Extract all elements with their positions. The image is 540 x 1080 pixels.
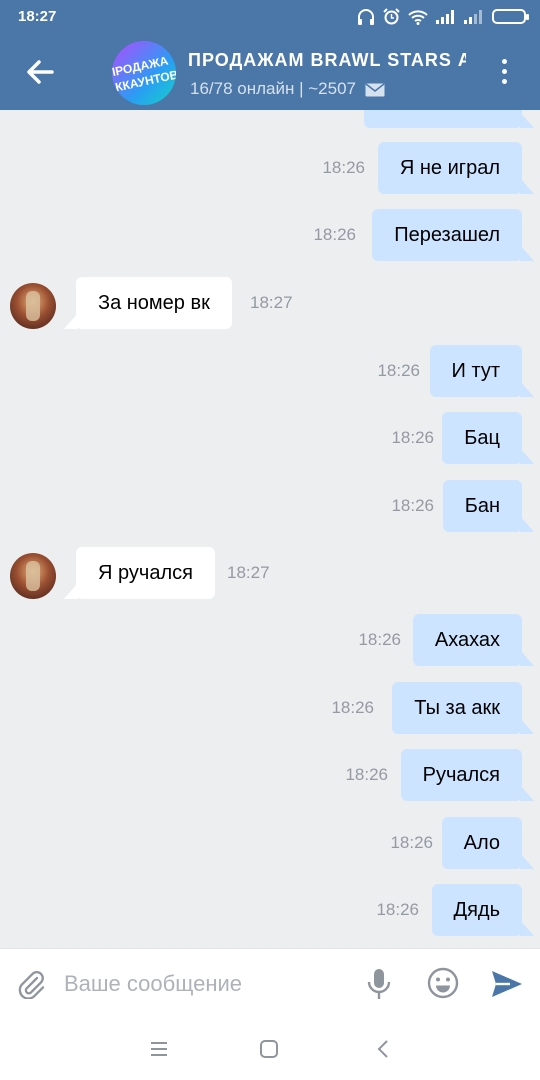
message-bubble[interactable]: Ахахах <box>412 614 535 666</box>
battery-icon <box>492 9 529 24</box>
message-out[interactable]: Я не играл 18:26 <box>0 142 540 194</box>
message-composer <box>0 948 540 1018</box>
kebab-menu-icon[interactable] <box>496 56 512 90</box>
avatar[interactable] <box>10 283 56 329</box>
headphones-icon <box>358 8 374 25</box>
chat-subtitle: 16/78 онлайн | ~2507 <box>190 79 385 99</box>
message-time: 18:27 <box>250 293 293 312</box>
message-bubble[interactable]: Бац <box>442 412 534 464</box>
message-time: 18:26 <box>322 158 365 177</box>
message-time: 18:26 <box>390 833 433 852</box>
message-time: 18:26 <box>376 900 419 919</box>
message-out[interactable]: Бац 18:26 <box>0 412 540 464</box>
message-out[interactable]: Ты за акк 18:26 <box>0 682 540 734</box>
message-bubble[interactable]: Ручался <box>400 749 535 801</box>
message-out[interactable]: Дядь 18:26 <box>0 884 540 936</box>
system-nav-bar <box>0 1018 540 1080</box>
message-cut-off: 18:26 <box>0 110 540 128</box>
message-in[interactable]: Я ручался 18:27 <box>0 547 540 599</box>
wifi-icon <box>408 9 428 25</box>
message-out[interactable]: Бан 18:26 <box>0 480 540 532</box>
message-bubble[interactable]: И тут <box>429 345 535 397</box>
message-out[interactable]: Ало 18:26 <box>0 817 540 869</box>
message-in[interactable]: За номер вк 18:27 <box>0 277 540 329</box>
menu-icon[interactable] <box>146 1036 172 1062</box>
message-time: 18:26 <box>345 765 388 784</box>
back-chevron-icon[interactable] <box>371 1036 397 1062</box>
status-bar: 18:27 <box>0 0 540 34</box>
avatar[interactable] <box>10 553 56 599</box>
microphone-icon[interactable] <box>366 968 392 1000</box>
message-input[interactable] <box>64 969 354 999</box>
alarm-icon <box>383 8 400 25</box>
signal-icon <box>436 9 454 24</box>
message-bubble[interactable]: Я не играл <box>377 142 535 194</box>
message-time: 18:26 <box>391 496 434 515</box>
chat-title[interactable]: ПРОДАЖАМ BRAWL STARS А <box>188 50 466 71</box>
chat-header: ПРОДАЖА АККАУНТОВ ПРОДАЖАМ BRAWL STARS А… <box>0 34 540 110</box>
message-out[interactable]: Ручался 18:26 <box>0 749 540 801</box>
message-out[interactable]: И тут 18:26 <box>0 345 540 397</box>
message-bubble[interactable]: Дядь <box>431 884 535 936</box>
message-bubble[interactable]: Ты за акк <box>392 682 534 734</box>
message-bubble[interactable]: Я ручался <box>64 547 215 599</box>
home-square-icon[interactable] <box>256 1036 282 1062</box>
message-time: 18:26 <box>358 630 401 649</box>
message-bubble[interactable]: Ало <box>441 817 535 869</box>
message-bubble[interactable]: За номер вк <box>64 277 232 329</box>
status-time: 18:27 <box>18 8 57 25</box>
message-list[interactable]: 18:26 Я не играл 18:26 Перезашел 18:26 З… <box>0 110 540 948</box>
chat-subtitle-text: 16/78 онлайн | ~2507 <box>190 79 356 98</box>
status-icons <box>357 8 529 25</box>
message-bubble[interactable]: Перезашел <box>372 209 534 261</box>
message-time: 18:26 <box>391 428 434 447</box>
group-avatar[interactable]: ПРОДАЖА АККАУНТОВ <box>112 41 176 105</box>
message-out[interactable]: Ахахах 18:26 <box>0 614 540 666</box>
message-time: 18:26 <box>313 225 356 244</box>
message-bubble <box>364 110 534 128</box>
send-icon[interactable] <box>490 967 524 1001</box>
arrow-left-icon[interactable] <box>22 54 58 90</box>
paperclip-icon[interactable] <box>16 969 46 999</box>
message-bubble[interactable]: Бан <box>442 480 535 532</box>
smiley-icon[interactable] <box>427 967 459 999</box>
message-time: 18:27 <box>227 563 270 582</box>
signal-2-icon <box>464 9 482 24</box>
message-time: 18:26 <box>331 698 374 717</box>
message-time: 18:26 <box>377 361 420 380</box>
envelope-icon <box>365 82 385 97</box>
message-out[interactable]: Перезашел 18:26 <box>0 209 540 261</box>
